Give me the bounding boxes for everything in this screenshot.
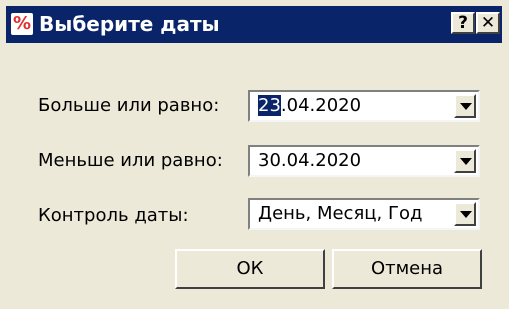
chevron-down-icon[interactable]	[454, 149, 476, 173]
title-bar[interactable]: % Выберите даты ? ✕	[6, 6, 502, 43]
chevron-down-icon[interactable]	[454, 94, 476, 118]
chevron-down-icon[interactable]	[454, 202, 476, 226]
date-from-rest: .04.2020	[280, 95, 362, 116]
less-equal-label: Меньше или равно:	[38, 150, 223, 171]
ok-button[interactable]: ОК	[175, 249, 325, 289]
dialog-window: % Выберите даты ? ✕ Больше или равно: 23…	[0, 0, 509, 309]
help-button[interactable]: ?	[451, 12, 475, 34]
date-from-value[interactable]: 23.04.2020	[258, 95, 361, 116]
date-from-day-selected: 23	[258, 95, 281, 116]
date-control-label: Контроль даты:	[38, 205, 189, 226]
date-control-select[interactable]: День, Месяц, Год	[248, 198, 480, 230]
date-to-value[interactable]: 30.04.2020	[258, 150, 361, 171]
percent-icon: %	[11, 13, 33, 35]
cancel-button[interactable]: Отмена	[332, 249, 482, 289]
date-to-combo[interactable]: 30.04.2020	[248, 145, 480, 177]
window-title: Выберите даты	[39, 12, 220, 36]
date-from-combo[interactable]: 23.04.2020	[248, 90, 480, 122]
date-control-value[interactable]: День, Месяц, Год	[258, 203, 422, 224]
greater-equal-label: Больше или равно:	[38, 95, 220, 116]
close-button[interactable]: ✕	[476, 12, 500, 34]
